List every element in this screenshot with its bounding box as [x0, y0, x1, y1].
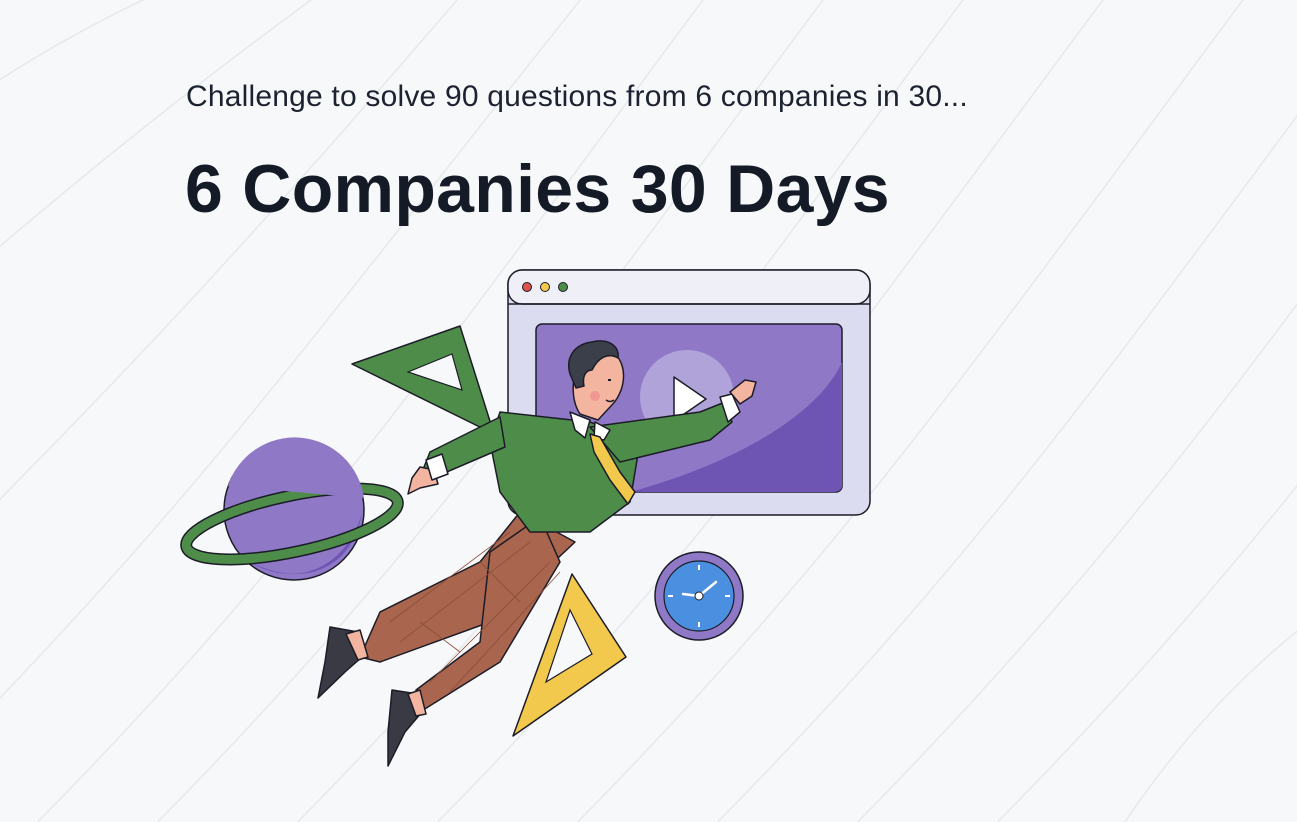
planet-icon [180, 437, 404, 581]
set-square-icon [351, 325, 495, 435]
challenge-subtitle: Challenge to solve 90 questions from 6 c… [186, 80, 968, 113]
clock-icon [654, 551, 744, 641]
challenge-illustration [180, 269, 871, 767]
challenge-page: Challenge to solve 90 questions from 6 c… [0, 0, 1297, 822]
challenge-title: 6 Companies 30 Days [185, 151, 890, 227]
